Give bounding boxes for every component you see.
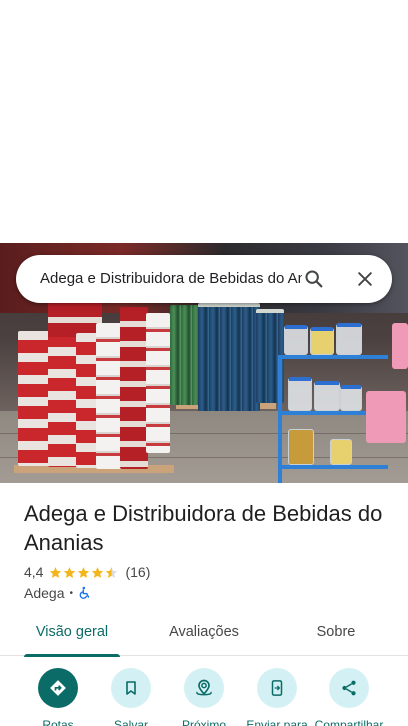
map-area[interactable] (0, 0, 408, 243)
photo-candy-jar (340, 385, 362, 411)
search-bar[interactable]: Adega e Distribuidora de Bebidas do Anan… (16, 255, 392, 303)
send-to-phone-button-circle (257, 668, 297, 708)
action-label: Compartilhar (314, 718, 384, 726)
save-button[interactable]: Salvar (95, 668, 167, 726)
close-icon (358, 272, 372, 286)
directions-button-circle (38, 668, 78, 708)
photo-shelf (278, 465, 388, 469)
star-full-icon (92, 566, 104, 578)
action-label: Rotas (42, 718, 74, 726)
rating-row[interactable]: 4,4 (16) (24, 563, 150, 581)
category-row: Adega • (24, 584, 92, 602)
rating-stars (49, 566, 119, 579)
photo-shelf (278, 355, 282, 483)
wheelchair-icon (79, 586, 90, 599)
action-label: Próximo (181, 718, 226, 726)
save-button-circle (111, 668, 151, 708)
photo-candy-jar (310, 327, 334, 355)
tab-overview[interactable]: Visão geral (24, 610, 120, 657)
photo-beer-stack (120, 307, 148, 469)
action-buttons: Rotas Salvar Próximo Enviar para Compart… (0, 668, 408, 726)
search-input[interactable]: Adega e Distribuidora de Bebidas do Anan… (40, 255, 302, 303)
separator-dot: • (69, 587, 73, 599)
photo-candy-jar (314, 381, 340, 411)
photo-candy-jar (284, 325, 308, 355)
photo-candy-jar (288, 429, 314, 465)
place-category: Adega (24, 585, 65, 601)
photo-gift-box (366, 391, 406, 443)
clear-search-button[interactable] (347, 261, 383, 297)
photo-soda-stack (96, 323, 122, 469)
star-full-icon (64, 566, 76, 578)
place-title: Adega e Distribuidora de Bebidas do Anan… (24, 501, 383, 555)
active-tab-indicator (24, 654, 120, 657)
photo-candy-jar (336, 323, 362, 355)
photo-candy-jar (288, 377, 312, 411)
share-icon (342, 680, 356, 696)
photo-beer-stack (48, 303, 102, 337)
rating-value: 4,4 (24, 564, 44, 580)
photo-soda-stack (146, 313, 170, 453)
search-button[interactable] (296, 261, 332, 297)
photo-bottle-stack (170, 305, 200, 405)
photo-beer-stack (76, 333, 98, 468)
star-full-icon (78, 566, 90, 578)
photo-beer-stack (18, 331, 50, 466)
action-label: Salvar (113, 718, 148, 726)
tab-about[interactable]: Sobre (300, 610, 372, 656)
photo-bottle-stack (198, 303, 260, 411)
reviews-count: (16) (125, 564, 151, 580)
star-full-icon (50, 566, 62, 578)
nearby-icon (196, 679, 212, 696)
share-button-circle (329, 668, 369, 708)
star-half-icon (106, 566, 118, 578)
action-label: Enviar para (246, 718, 308, 726)
directions-icon (50, 680, 66, 696)
photo-gift-box (392, 323, 408, 369)
search-icon (305, 270, 323, 288)
send-to-phone-button[interactable]: Enviar para (241, 668, 313, 726)
tab-label: Sobre (316, 624, 356, 640)
send-to-phone-icon (271, 680, 283, 696)
photo-candy-jar (330, 439, 352, 465)
share-button[interactable]: Compartilhar (313, 668, 385, 726)
tab-label: Visão geral (35, 624, 109, 640)
nearby-button-circle (184, 668, 224, 708)
bookmark-icon (126, 681, 136, 695)
nearby-button[interactable]: Próximo (168, 668, 240, 726)
photo-shelf (278, 355, 388, 359)
tab-label: Avaliações (169, 624, 239, 640)
tab-reviews[interactable]: Avaliações (152, 610, 256, 656)
directions-button[interactable]: Rotas (22, 668, 94, 726)
photo-beer-stack (48, 325, 78, 467)
place-tabs: Visão geral Avaliações Sobre (0, 610, 408, 657)
